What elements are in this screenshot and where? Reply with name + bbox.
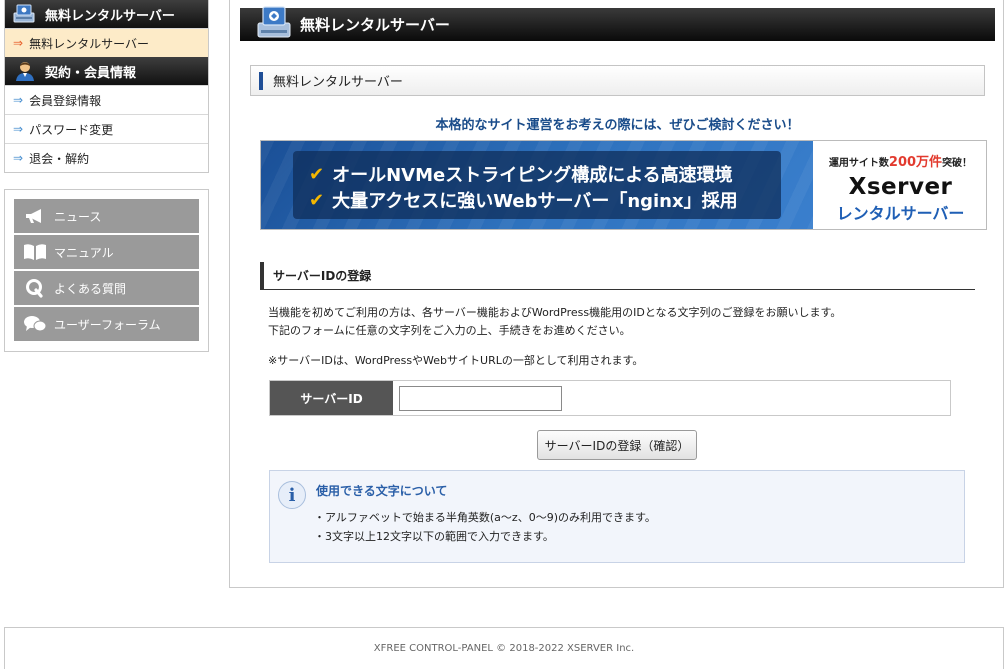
description-line-1: 当機能を初めてご利用の方は、各サーバー機能およびWordPress機能用のIDと… xyxy=(268,306,842,319)
link-label: マニュアル xyxy=(54,245,114,260)
chat-icon xyxy=(22,315,48,333)
link-faq[interactable]: よくある質問 xyxy=(14,271,199,305)
tagline: 本格的なサイト運営をお考えの際には、ぜひご検討ください！ xyxy=(435,118,800,133)
server-id-cell xyxy=(393,381,950,415)
sidebar-server-box: 無料レンタルサーバー ⇒ 無料レンタルサーバー 契約・会員情報 ⇒ 会員登録情報… xyxy=(4,0,209,173)
server-id-form-row: サーバーID xyxy=(269,380,951,416)
link-label: ニュース xyxy=(54,209,102,224)
link-user-forum[interactable]: ユーザーフォーラム xyxy=(14,307,199,341)
banner-brand-panel: 運用サイト数200万件突破！ Xserver レンタルサーバー xyxy=(813,141,986,229)
user-icon xyxy=(11,59,39,83)
page-title: 無料レンタルサーバー xyxy=(300,16,450,34)
sidebar-links: ニュース マニュアル よくある質問 ユーザーフォーラム xyxy=(4,189,209,352)
check-icon: ✔ xyxy=(309,163,325,185)
main-content: 無料レンタルサーバー 無料レンタルサーバー 本格的なサイト運営をお考えの際には、… xyxy=(229,0,1004,588)
banner-line-2: ✔ 大量アクセスに強いWebサーバー「nginx」採用 xyxy=(309,187,738,213)
server-id-input[interactable] xyxy=(399,385,562,411)
info-box: i 使用できる文字について ・アルファベットで始まる半角英数(a～z、0～9)の… xyxy=(269,470,965,563)
registration-heading: サーバーIDの登録 xyxy=(260,261,975,290)
book-icon xyxy=(22,243,48,261)
q-icon xyxy=(22,278,48,298)
info-line-2: ・3文字以上12文字以下の範囲で入力できます。 xyxy=(314,530,554,543)
section-heading: 無料レンタルサーバー xyxy=(250,65,985,96)
info-line-1: ・アルファベットで始まる半角英数(a～z、0～9)のみ利用できます。 xyxy=(314,511,656,524)
banner-brand: Xserver xyxy=(848,174,953,200)
info-title: 使用できる文字について xyxy=(316,484,448,498)
sidebar-item-password-change[interactable]: ⇒ パスワード変更 xyxy=(5,114,208,143)
server-id-label: サーバーID xyxy=(270,381,393,415)
sidebar-server-header: 無料レンタルサーバー xyxy=(5,0,208,28)
section-title: 無料レンタルサーバー xyxy=(273,75,403,90)
arrow-right-icon: ⇒ xyxy=(13,151,24,165)
sidebar-item-label: パスワード変更 xyxy=(29,122,114,137)
arrow-right-icon: ⇒ xyxy=(13,36,24,50)
megaphone-icon xyxy=(22,207,48,225)
link-news[interactable]: ニュース xyxy=(14,199,199,233)
description-note: ※サーバーIDは、WordPressやWebサイトURLの一部として利用されます… xyxy=(268,354,644,367)
link-label: ユーザーフォーラム xyxy=(54,317,161,332)
sidebar-account-header: 契約・会員情報 xyxy=(5,57,208,85)
description-line-2: 下記のフォームに任意の文字列をご入力の上、手続きをお進めください。 xyxy=(268,324,631,337)
footer-copyright: XFREE CONTROL-PANEL © 2018-2022 XSERVER … xyxy=(373,643,635,654)
sidebar-server-title: 無料レンタルサーバー xyxy=(45,8,175,24)
arrow-right-icon: ⇒ xyxy=(13,93,24,107)
sidebar-account-title: 契約・会員情報 xyxy=(45,65,137,81)
banner-brand-sub: レンタルサーバー xyxy=(836,204,965,223)
banner-badge: 運用サイト数200万件突破！ xyxy=(813,151,986,170)
banner-line-1: ✔ オールNVMeストライピング構成による高速環境 xyxy=(309,161,733,187)
server-icon xyxy=(11,2,39,26)
register-server-id-button[interactable]: サーバーIDの登録（確認） xyxy=(537,430,697,460)
section-bar xyxy=(259,71,263,90)
badge-number: 200万件 xyxy=(888,155,943,170)
footer: XFREE CONTROL-PANEL © 2018-2022 XSERVER … xyxy=(4,627,1004,669)
sidebar-item-free-server[interactable]: ⇒ 無料レンタルサーバー xyxy=(5,28,208,57)
heading-bar xyxy=(260,261,264,289)
sidebar-item-label: 退会・解約 xyxy=(29,151,90,166)
xserver-banner[interactable]: ✔ オールNVMeストライピング構成による高速環境 ✔ 大量アクセスに強いWeb… xyxy=(260,140,987,230)
info-icon: i xyxy=(278,481,306,509)
sidebar-item-label: 会員登録情報 xyxy=(29,93,102,108)
check-icon: ✔ xyxy=(309,189,325,211)
link-label: よくある質問 xyxy=(54,281,127,296)
badge-prefix: 運用サイト数 xyxy=(828,158,889,169)
sidebar-item-cancel[interactable]: ⇒ 退会・解約 xyxy=(5,143,208,172)
sidebar-item-member-info[interactable]: ⇒ 会員登録情報 xyxy=(5,85,208,114)
badge-suffix: 突破！ xyxy=(942,158,973,169)
link-manual[interactable]: マニュアル xyxy=(14,235,199,269)
sidebar-item-label: 無料レンタルサーバー xyxy=(29,36,149,51)
banner-line-2-text: 大量アクセスに強いWebサーバー「nginx」採用 xyxy=(332,191,738,212)
page-title-bar: 無料レンタルサーバー xyxy=(240,5,995,41)
sidebar: 無料レンタルサーバー ⇒ 無料レンタルサーバー 契約・会員情報 ⇒ 会員登録情報… xyxy=(4,0,209,352)
server-icon xyxy=(254,3,296,41)
banner-line-1-text: オールNVMeストライピング構成による高速環境 xyxy=(332,165,733,186)
arrow-right-icon: ⇒ xyxy=(13,122,24,136)
registration-heading-text: サーバーIDの登録 xyxy=(273,268,372,283)
